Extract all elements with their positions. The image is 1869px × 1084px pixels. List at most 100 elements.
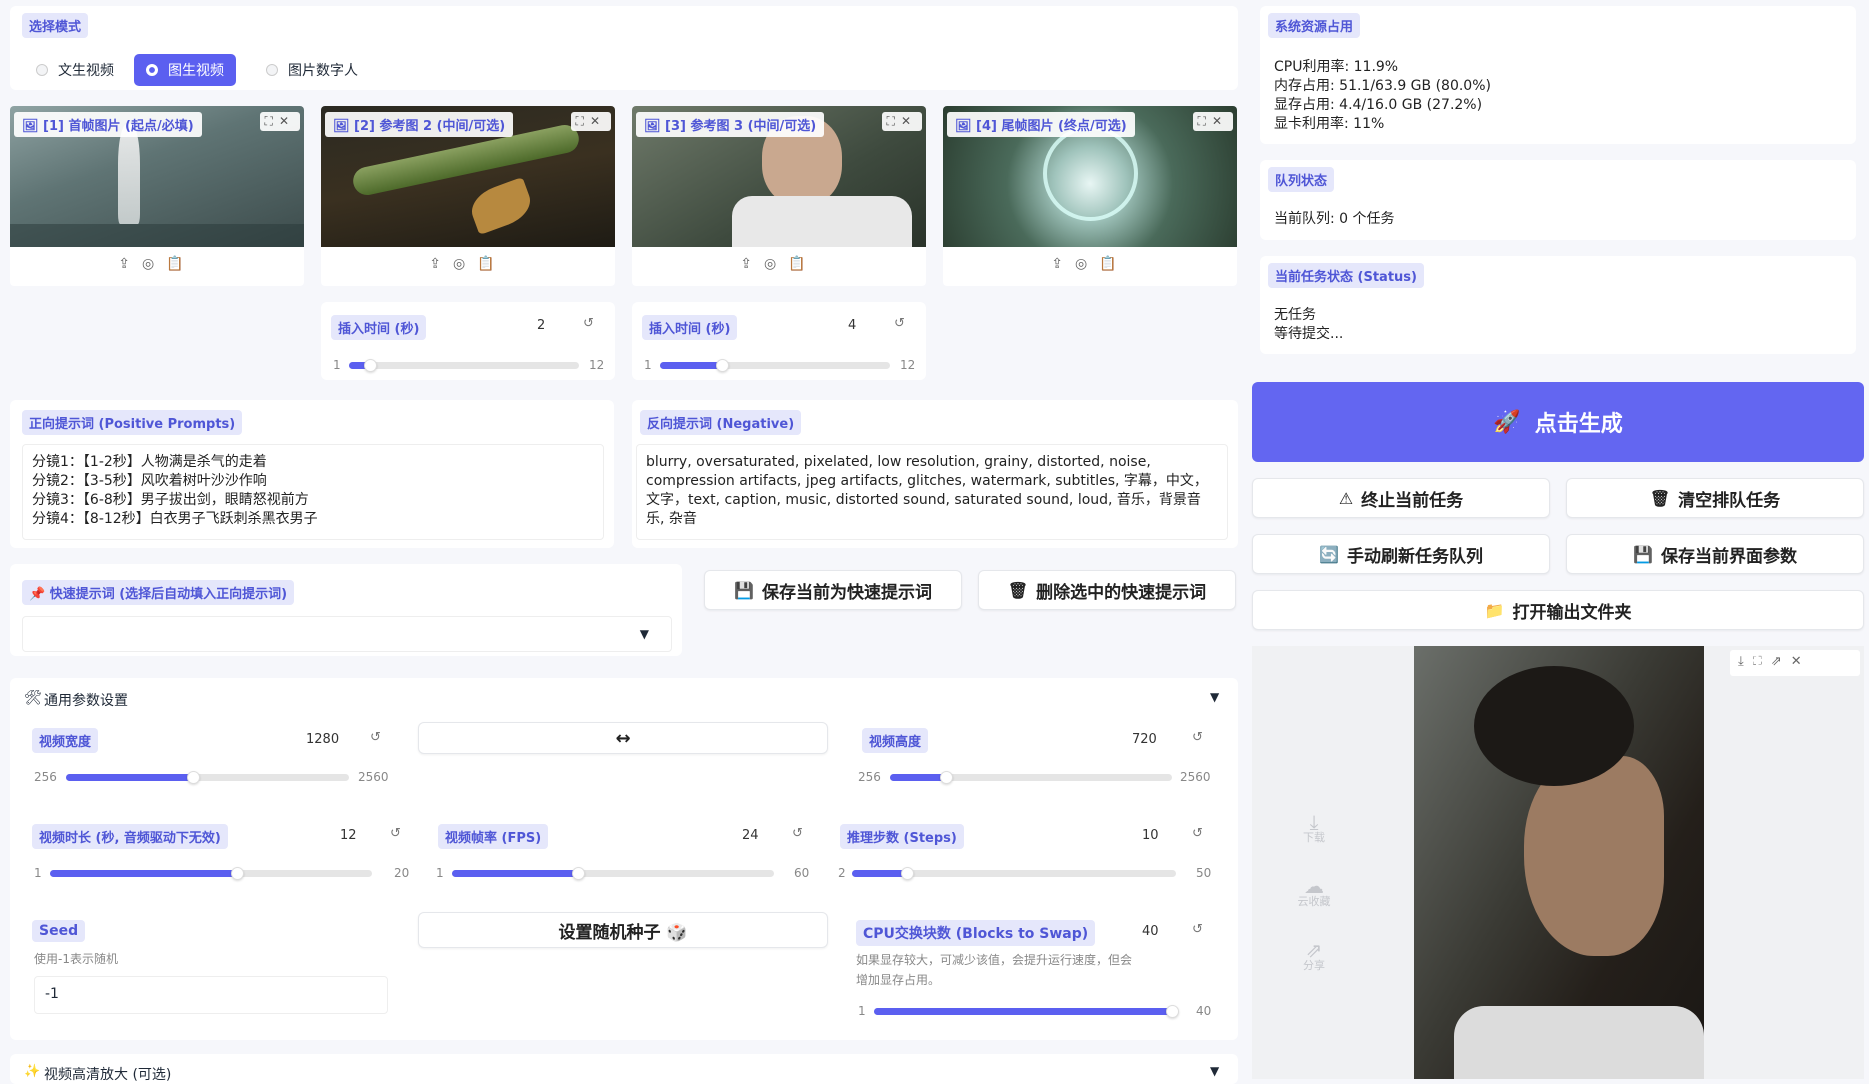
chevron-down-icon: ▼ xyxy=(639,627,649,641)
swap-hint: 如果显存较大，可减少该值，会提升运行速度，但会增加显存占用。 xyxy=(856,953,1133,987)
trash-icon: 🗑 xyxy=(1007,580,1029,600)
image-tools[interactable]: ⇪◎📋 xyxy=(943,256,1237,272)
fps-value[interactable]: 24 xyxy=(742,828,759,843)
warning-icon: ⚠ xyxy=(1338,488,1354,508)
positive-prompt-panel: 正向提示词 (Positive Prompts) 分镜1：【1-2秒】人物满是杀… xyxy=(10,400,614,548)
image-controls[interactable]: ⛶✕ xyxy=(881,112,922,131)
upload-icon: ⇪ xyxy=(1051,256,1076,272)
share-side-icon[interactable]: ⇗ xyxy=(1284,940,1344,960)
height-value[interactable]: 720 xyxy=(1132,732,1157,747)
clipboard-icon: 📋 xyxy=(788,256,818,272)
insert-time-value[interactable]: 4 xyxy=(848,318,856,333)
image-card-1[interactable]: 🖼 [1] 首帧图片 (起点/必填) ⛶✕ ⇪◎📋 xyxy=(10,106,304,286)
positive-prompt-label: 正向提示词 (Positive Prompts) xyxy=(22,410,243,435)
download-side-icon[interactable]: ⤓ xyxy=(1284,812,1344,832)
webcam-icon: ◎ xyxy=(453,256,478,272)
reset-icon[interactable]: ↺ xyxy=(1192,730,1203,745)
image-tools[interactable]: ⇪◎📋 xyxy=(632,256,926,272)
webcam-icon: ◎ xyxy=(764,256,789,272)
reset-icon[interactable]: ↺ xyxy=(370,730,381,745)
height-slider[interactable] xyxy=(890,771,1172,784)
image-controls[interactable]: ⛶✕ xyxy=(1192,112,1233,131)
positive-prompt-input[interactable]: 分镜1：【1-2秒】人物满是杀气的走着 分镜2：【3-5秒】风吹着树叶沙沙作响 … xyxy=(22,444,604,540)
seed-hint: 使用-1表示随机 xyxy=(34,952,118,966)
quick-prompt-dropdown[interactable]: ▼ xyxy=(22,616,672,652)
close-icon: ✕ xyxy=(900,114,917,128)
fps-slider[interactable] xyxy=(452,867,774,880)
param-duration: 视频时长 (秒, 音频驱动下无效) 12 ↺ 1 20 xyxy=(32,824,410,880)
duration-label: 视频时长 (秒, 音频驱动下无效) xyxy=(32,824,228,849)
refresh-queue-button[interactable]: 🔄 手动刷新任务队列 xyxy=(1252,534,1550,574)
random-seed-button[interactable]: 设置随机种子 🎲 xyxy=(418,912,828,948)
insert-time-slider[interactable] xyxy=(349,359,579,372)
upload-icon: ⇪ xyxy=(118,256,143,272)
duration-slider[interactable] xyxy=(50,867,372,880)
reset-icon[interactable]: ↺ xyxy=(583,316,594,331)
share-icon: ⇗ xyxy=(1770,654,1791,669)
image-card-2[interactable]: 🖼 [2] 参考图 2 (中间/可选) ⛶✕ ⇪◎📋 xyxy=(321,106,615,286)
param-width: 视频宽度 1280 ↺ 256 2560 xyxy=(32,728,389,784)
image-label: 🖼 [1] 首帧图片 (起点/必填) xyxy=(14,112,202,137)
close-icon: ✕ xyxy=(278,114,295,128)
width-slider[interactable] xyxy=(66,771,349,784)
reset-icon[interactable]: ↺ xyxy=(1192,922,1203,937)
reset-icon[interactable]: ↺ xyxy=(1192,826,1203,841)
image-controls[interactable]: ⛶✕ xyxy=(570,112,611,131)
mode-option-digital-human[interactable]: 图片数字人 xyxy=(254,54,370,86)
swap-value[interactable]: 40 xyxy=(1142,924,1159,939)
mode-option-img2video[interactable]: 图生视频 xyxy=(134,54,236,86)
negative-prompt-input[interactable]: blurry, oversaturated, pixelated, low re… xyxy=(636,444,1228,540)
seed-label: Seed xyxy=(32,920,86,942)
image-tools[interactable]: ⇪◎📋 xyxy=(321,256,615,272)
save-params-button[interactable]: 💾 保存当前界面参数 xyxy=(1566,534,1864,574)
image-tools[interactable]: ⇪◎📋 xyxy=(10,256,304,272)
delete-quick-prompt-button[interactable]: 🗑 删除选中的快速提示词 xyxy=(978,570,1236,610)
steps-slider[interactable] xyxy=(852,867,1176,880)
image-card-4[interactable]: 🖼 [4] 尾帧图片 (终点/可选) ⛶✕ ⇪◎📋 xyxy=(943,106,1237,286)
sparkle-icon: ✨ xyxy=(24,1064,41,1079)
resources-label: 系统资源占用 xyxy=(1268,13,1361,38)
video-frame[interactable] xyxy=(1414,646,1704,1079)
webcam-icon: ◎ xyxy=(142,256,167,272)
generate-button[interactable]: 🚀 点击生成 xyxy=(1252,382,1864,462)
reset-icon[interactable]: ↺ xyxy=(390,826,401,841)
steps-value[interactable]: 10 xyxy=(1142,828,1159,843)
cloud-icon[interactable]: ☁ xyxy=(1284,876,1344,896)
swap-slider[interactable] xyxy=(874,1005,1179,1018)
reset-icon[interactable]: ↺ xyxy=(894,316,905,331)
open-folder-button[interactable]: 📁 打开输出文件夹 xyxy=(1252,590,1864,630)
webcam-icon: ◎ xyxy=(1075,256,1100,272)
image-controls[interactable]: ⛶✕ xyxy=(259,112,300,131)
video-output[interactable]: ⤓⛶⇗✕ ⤓ 下载 ☁ 云收藏 ⇗ 分享 xyxy=(1252,646,1864,1079)
clipboard-icon: 📋 xyxy=(166,256,196,272)
insert-time-slider[interactable] xyxy=(660,359,890,372)
queue-panel: 队列状态 当前队列: 0 个任务 xyxy=(1260,160,1856,240)
seed-input[interactable]: -1 xyxy=(34,976,388,1014)
mode-label: 选择模式 xyxy=(22,13,89,38)
duration-value[interactable]: 12 xyxy=(340,828,357,843)
insert-time-panel-2: 插入时间 (秒) 2 ↺ 1 12 xyxy=(321,302,615,380)
insert-time-value[interactable]: 2 xyxy=(537,318,545,333)
swap-dimensions-button[interactable]: ↔ xyxy=(418,722,828,754)
negative-prompt-panel: 反向提示词 (Negative) blurry, oversaturated, … xyxy=(632,400,1238,548)
collapse-icon[interactable]: ▼ xyxy=(1210,1064,1219,1078)
clear-queue-button[interactable]: 🗑 清空排队任务 xyxy=(1566,478,1864,518)
tools-icon: 🛠 xyxy=(24,690,42,706)
upscale-panel[interactable]: ✨ 视频高清放大 (可选) ▼ xyxy=(10,1054,1238,1084)
image-card-3[interactable]: 🖼 [3] 参考图 3 (中间/可选) ⛶✕ ⇪◎📋 xyxy=(632,106,926,286)
collapse-icon[interactable]: ▼ xyxy=(1210,690,1219,704)
save-quick-prompt-button[interactable]: 💾 保存当前为快速提示词 xyxy=(704,570,962,610)
video-side-actions: ⤓ 下载 ☁ 云收藏 ⇗ 分享 xyxy=(1284,812,1344,974)
width-value[interactable]: 1280 xyxy=(306,732,339,747)
mode-option-text2video[interactable]: 文生视频 xyxy=(24,54,126,86)
quick-prompt-panel: 📌 快速提示词 (选择后自动填入正向提示词) ▼ xyxy=(10,564,682,656)
reset-icon[interactable]: ↺ xyxy=(792,826,803,841)
clipboard-icon: 📋 xyxy=(477,256,507,272)
mode-panel: 选择模式 文生视频 图生视频 图片数字人 xyxy=(10,6,1238,90)
fullscreen-icon: ⛶ xyxy=(1752,654,1771,669)
image-label: 🖼 [3] 参考图 3 (中间/可选) xyxy=(636,112,825,137)
video-toolbar[interactable]: ⤓⛶⇗✕ xyxy=(1730,650,1860,676)
insert-time-label: 插入时间 (秒) xyxy=(642,315,738,340)
stop-task-button[interactable]: ⚠ 终止当前任务 xyxy=(1252,478,1550,518)
upload-icon: ⇪ xyxy=(740,256,765,272)
